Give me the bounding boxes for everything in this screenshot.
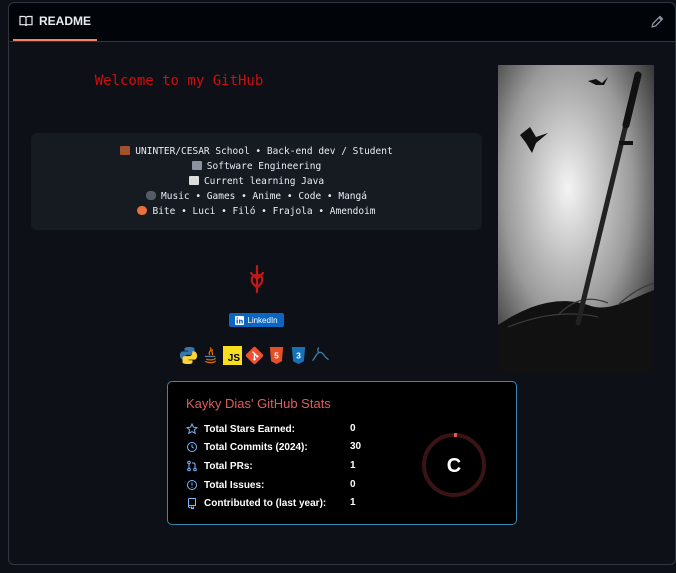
pull-request-icon <box>187 460 197 472</box>
laptop-icon <box>191 161 202 170</box>
stat-row: Contributed to (last year): <box>186 495 326 511</box>
intro-line: UNINTER/CESAR School • Back-end dev / St… <box>31 146 482 157</box>
stat-label: Contributed to (last year): <box>204 497 327 509</box>
gamepad-icon <box>146 191 157 200</box>
rank-letter: C <box>447 455 461 477</box>
stat-value: 0 <box>350 423 356 434</box>
stat-label: Total Commits (2024): <box>204 441 308 453</box>
issue-icon <box>187 480 197 490</box>
stat-value: 0 <box>350 479 356 490</box>
repo-icon <box>187 498 196 509</box>
tab-readme-label: README <box>39 14 92 28</box>
css3-icon[interactable]: 3 <box>289 346 308 365</box>
git-icon[interactable] <box>245 346 264 365</box>
pencil-icon[interactable] <box>649 14 665 30</box>
katana-artwork <box>498 65 654 374</box>
school-icon <box>120 146 131 155</box>
stat-value: 30 <box>350 441 362 452</box>
history-icon <box>187 442 197 452</box>
linkedin-badge[interactable]: LinkedIn <box>229 313 284 327</box>
svg-text:3: 3 <box>296 350 301 360</box>
intro-line: Current learning Java <box>31 176 482 187</box>
stat-row: Total Commits (2024): <box>186 439 308 455</box>
intro-code-block: UNINTER/CESAR School • Back-end dev / St… <box>31 133 482 230</box>
stat-row: Total PRs: <box>186 458 253 474</box>
star-icon <box>186 423 198 435</box>
readme-header: README <box>9 3 675 42</box>
stat-label: Total Issues: <box>204 479 265 491</box>
stats-title: Kayky Dias' GitHub Stats <box>186 396 331 411</box>
github-stats-card: Kayky Dias' GitHub Stats Total Stars Ear… <box>167 381 517 525</box>
stat-row: Total Stars Earned: <box>186 421 295 437</box>
intro-line: Bite • Luci • Filó • Frajola • Amendoim <box>31 206 482 217</box>
stat-value: 1 <box>350 497 356 508</box>
java-icon[interactable] <box>201 346 220 365</box>
javascript-icon[interactable]: JS <box>223 346 242 365</box>
intro-line: Software Engineering <box>31 161 482 172</box>
stat-label: Total PRs: <box>204 460 253 472</box>
stat-label: Total Stars Earned: <box>204 423 295 435</box>
readme-panel: README Welcome to my GitHub UNINTER/CESA… <box>8 2 676 565</box>
stat-value: 1 <box>350 460 356 471</box>
linkedin-icon <box>235 315 245 325</box>
brand-of-sacrifice-icon <box>249 265 265 293</box>
svg-text:5: 5 <box>274 350 279 360</box>
stat-row: Total Issues: <box>186 477 264 493</box>
book-icon <box>188 176 199 185</box>
paw-icon <box>137 206 148 215</box>
book-open-icon <box>19 15 33 27</box>
welcome-heading: Welcome to my GitHub <box>94 73 264 89</box>
python-icon[interactable] <box>179 346 198 365</box>
intro-line: Music • Games • Anime • Code • Mangá <box>31 191 482 202</box>
linkedin-label: LinkedIn <box>247 315 278 325</box>
tab-readme[interactable]: README <box>13 3 98 41</box>
mysql-icon[interactable] <box>311 346 330 365</box>
tech-icons: JS 5 3 <box>179 346 330 365</box>
rank-circle: C <box>422 433 486 497</box>
html5-icon[interactable]: 5 <box>267 346 286 365</box>
